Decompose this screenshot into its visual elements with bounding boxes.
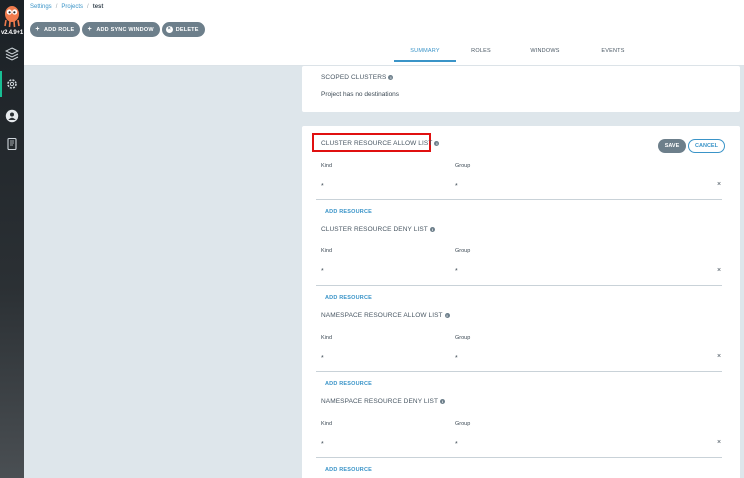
argo-logo[interactable] bbox=[2, 4, 22, 28]
breadcrumb-projects[interactable]: Projects bbox=[61, 4, 83, 10]
info-icon[interactable]: i bbox=[388, 75, 394, 80]
add-sync-window-label: ADD SYNC WINDOW bbox=[96, 26, 154, 33]
save-button[interactable]: SAVE bbox=[658, 139, 686, 153]
user-icon[interactable] bbox=[4, 108, 20, 124]
info-icon[interactable]: i bbox=[440, 399, 446, 404]
kind-column-label: Kind bbox=[321, 163, 333, 169]
group-input[interactable]: * bbox=[455, 441, 458, 448]
add-resource-button[interactable]: ADD RESOURCE bbox=[325, 295, 372, 301]
tab-summary[interactable]: SUMMARY bbox=[394, 48, 456, 62]
add-resource-button[interactable]: ADD RESOURCE bbox=[325, 467, 372, 473]
resource-lists-panel bbox=[302, 126, 740, 478]
group-input[interactable]: * bbox=[455, 355, 458, 362]
kind-column-label: Kind bbox=[321, 248, 333, 254]
namespace-resource-deny-list-title: NAMESPACE RESOURCE DENY LIST i bbox=[321, 398, 446, 405]
scoped-clusters-title: SCOPED CLUSTERS i bbox=[321, 74, 394, 81]
delete-label: DELETE bbox=[175, 26, 199, 33]
group-input[interactable]: * bbox=[455, 183, 458, 190]
section-title-text: CLUSTER RESOURCE ALLOW LIST bbox=[321, 140, 433, 147]
group-column-label: Group bbox=[455, 163, 471, 169]
toolbar: + ADD ROLE + ADD SYNC WINDOW × DELETE bbox=[30, 22, 205, 37]
add-resource-button[interactable]: ADD RESOURCE bbox=[325, 381, 372, 387]
plus-icon: + bbox=[35, 26, 40, 33]
kind-input[interactable]: * bbox=[321, 268, 324, 275]
remove-row-icon[interactable]: × bbox=[717, 353, 721, 360]
row-underline bbox=[316, 371, 722, 372]
kind-column-label: Kind bbox=[321, 421, 333, 427]
add-role-button[interactable]: + ADD ROLE bbox=[30, 22, 81, 37]
section-title-text: NAMESPACE RESOURCE DENY LIST bbox=[321, 398, 439, 405]
group-column-label: Group bbox=[455, 335, 471, 341]
page-header: Settings / Projects / test + ADD ROLE + … bbox=[24, 0, 744, 66]
remove-row-icon[interactable]: × bbox=[717, 439, 721, 446]
group-column-label: Group bbox=[455, 421, 471, 427]
plus-icon: + bbox=[87, 26, 92, 33]
active-nav-indicator bbox=[0, 71, 2, 97]
remove-row-icon[interactable]: × bbox=[717, 267, 721, 274]
group-column-label: Group bbox=[455, 248, 471, 254]
cancel-button[interactable]: CANCEL bbox=[688, 139, 725, 153]
tab-bar: SUMMARY ROLES WINDOWS EVENTS bbox=[394, 48, 642, 62]
kind-input[interactable]: * bbox=[321, 183, 324, 190]
row-underline bbox=[316, 285, 722, 286]
close-circle-icon: × bbox=[165, 26, 173, 33]
tab-roles[interactable]: ROLES bbox=[456, 48, 506, 62]
left-sidebar: v2.4.9+1 bbox=[0, 0, 24, 478]
breadcrumb-current: test bbox=[92, 4, 104, 10]
cluster-resource-allow-list-title: CLUSTER RESOURCE ALLOW LIST i bbox=[321, 140, 440, 147]
section-title-text: CLUSTER RESOURCE DENY LIST bbox=[321, 226, 428, 233]
section-title-text: NAMESPACE RESOURCE ALLOW LIST bbox=[321, 312, 443, 319]
cluster-resource-deny-list-title: CLUSTER RESOURCE DENY LIST i bbox=[321, 226, 435, 233]
layers-icon[interactable] bbox=[4, 46, 20, 62]
add-role-label: ADD ROLE bbox=[44, 26, 75, 33]
row-underline bbox=[316, 457, 722, 458]
tab-events[interactable]: EVENTS bbox=[584, 48, 642, 62]
kind-input[interactable]: * bbox=[321, 355, 324, 362]
kind-column-label: Kind bbox=[321, 335, 333, 341]
scoped-clusters-title-text: SCOPED CLUSTERS bbox=[321, 74, 387, 81]
add-sync-window-button[interactable]: + ADD SYNC WINDOW bbox=[82, 22, 160, 37]
row-underline bbox=[316, 199, 722, 200]
tab-windows[interactable]: WINDOWS bbox=[506, 48, 584, 62]
scoped-clusters-empty-text: Project has no destinations bbox=[321, 91, 400, 98]
namespace-resource-allow-list-title: NAMESPACE RESOURCE ALLOW LIST i bbox=[321, 312, 450, 319]
version-label: v2.4.9+1 bbox=[1, 30, 23, 36]
settings-gear-icon[interactable] bbox=[4, 76, 20, 92]
info-icon[interactable]: i bbox=[434, 141, 440, 146]
docs-icon[interactable] bbox=[4, 136, 20, 152]
scoped-clusters-panel bbox=[302, 66, 740, 112]
delete-button[interactable]: × DELETE bbox=[161, 22, 205, 37]
add-resource-button[interactable]: ADD RESOURCE bbox=[325, 209, 372, 215]
group-input[interactable]: * bbox=[455, 268, 458, 275]
breadcrumb-separator: / bbox=[87, 4, 89, 10]
breadcrumb-separator: / bbox=[55, 4, 58, 10]
info-icon[interactable]: i bbox=[429, 227, 435, 232]
kind-input[interactable]: * bbox=[321, 441, 324, 448]
info-icon[interactable]: i bbox=[444, 313, 450, 318]
remove-row-icon[interactable]: × bbox=[717, 181, 721, 188]
breadcrumb: Settings / Projects / test bbox=[30, 4, 103, 10]
breadcrumb-settings[interactable]: Settings bbox=[30, 4, 52, 10]
